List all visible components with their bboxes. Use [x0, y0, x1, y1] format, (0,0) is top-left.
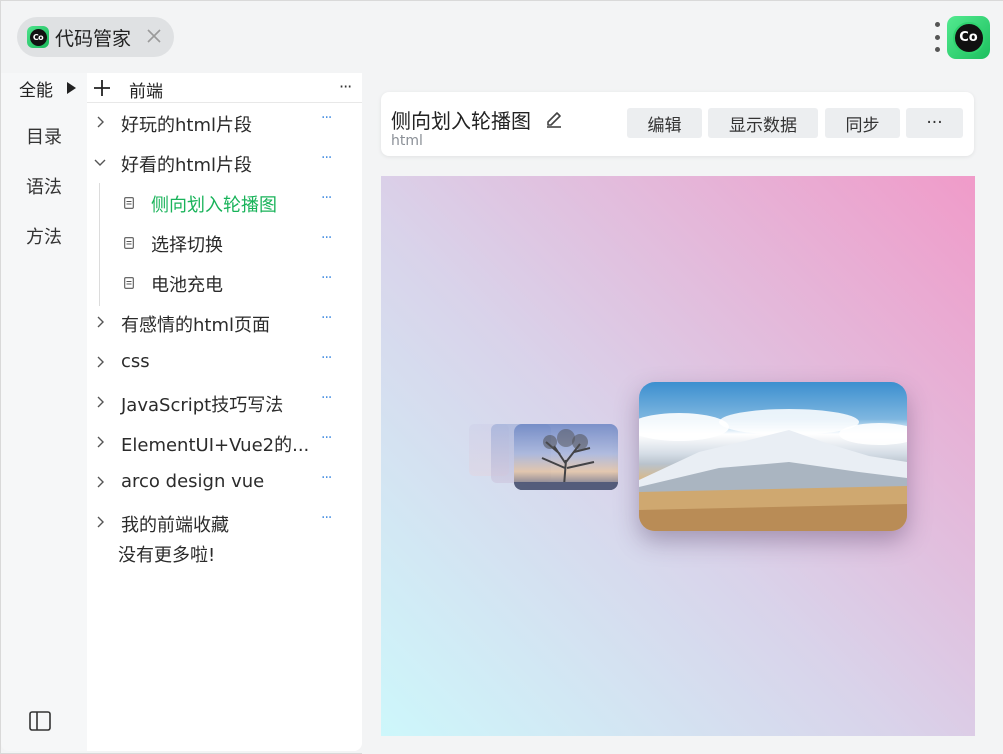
- tree-leaf-label: 电池充电: [151, 275, 223, 296]
- tree-node[interactable]: 好看的html片段 ···: [87, 143, 362, 183]
- rail-item-catalog[interactable]: 目录: [1, 123, 87, 149]
- app-tab[interactable]: Co 代码管家: [17, 17, 174, 57]
- node-more-icon[interactable]: ···: [321, 150, 332, 166]
- caret-right-icon: [67, 82, 76, 94]
- tree-node[interactable]: 有感情的html页面 ···: [87, 303, 362, 343]
- tree-leaf[interactable]: 侧向划入轮播图 ···: [87, 183, 362, 223]
- tree-node-label: ElementUI+Vue2的...: [121, 435, 310, 456]
- sidebar-toggle-icon[interactable]: [29, 711, 51, 731]
- edit-title-icon[interactable]: [544, 108, 564, 128]
- chevron-right-icon[interactable]: [94, 436, 106, 448]
- file-icon: [124, 197, 134, 209]
- chevron-right-icon[interactable]: [94, 356, 106, 368]
- snippet-title: 侧向划入轮播图: [391, 109, 531, 133]
- add-icon[interactable]: [93, 79, 111, 97]
- tree-node-label: css: [121, 351, 150, 372]
- node-more-icon[interactable]: ···: [321, 470, 332, 486]
- node-more-icon[interactable]: ···: [321, 270, 332, 286]
- app-logo-icon: Co: [27, 26, 49, 48]
- more-actions-button[interactable]: ···: [906, 108, 963, 138]
- chevron-down-icon[interactable]: [94, 156, 106, 168]
- tree-leaf[interactable]: 电池充电 ···: [87, 263, 362, 303]
- chevron-right-icon[interactable]: [94, 476, 106, 488]
- tree-node-label: arco design vue: [121, 471, 265, 492]
- chevron-right-icon[interactable]: [94, 396, 106, 408]
- chevron-right-icon[interactable]: [94, 516, 106, 528]
- carousel-preview: [381, 176, 975, 736]
- rail-item-syntax[interactable]: 语法: [1, 173, 87, 199]
- avatar[interactable]: Co: [947, 16, 990, 59]
- file-icon: [124, 237, 134, 249]
- tree-node-label: 我的前端收藏: [121, 515, 229, 536]
- tree-silhouette-icon: [514, 429, 618, 490]
- carousel-slide-tree-image[interactable]: [514, 424, 618, 490]
- chevron-right-icon[interactable]: [94, 316, 106, 328]
- tree-leaf[interactable]: 选择切换 ···: [87, 223, 362, 263]
- tree-title: 前端: [129, 82, 163, 102]
- tree-node[interactable]: 好玩的html片段 ···: [87, 103, 362, 143]
- node-more-icon[interactable]: ···: [321, 510, 332, 526]
- file-icon: [124, 277, 134, 289]
- tree-node-label: JavaScript技巧写法: [121, 395, 284, 416]
- node-more-icon[interactable]: ···: [321, 110, 332, 126]
- tree-node-label: 好玩的html片段: [121, 115, 253, 136]
- tree-node[interactable]: arco design vue ···: [87, 463, 362, 503]
- mountain-landscape-icon: [639, 409, 907, 531]
- kebab-menu-icon[interactable]: [932, 22, 942, 52]
- snippet-header-card: 侧向划入轮播图 html 编辑 显示数据 同步 ···: [381, 92, 974, 156]
- main-content: 侧向划入轮播图 html 编辑 显示数据 同步 ···: [362, 73, 1003, 754]
- close-icon[interactable]: [144, 26, 164, 46]
- tree-node-label: 好看的html片段: [121, 155, 253, 176]
- tree-node[interactable]: JavaScript技巧写法 ···: [87, 383, 362, 423]
- left-rail: 全能 目录 语法 方法: [1, 73, 87, 751]
- sync-button[interactable]: 同步: [825, 108, 900, 138]
- tree-header: 前端 ···: [87, 73, 362, 103]
- node-more-icon[interactable]: ···: [321, 350, 332, 366]
- tree-node-label: 有感情的html页面: [121, 315, 271, 336]
- carousel-slide-mountain-image[interactable]: [639, 382, 907, 531]
- show-data-button[interactable]: 显示数据: [708, 108, 818, 138]
- tree-node[interactable]: 我的前端收藏 ···: [87, 503, 362, 543]
- node-more-icon[interactable]: ···: [321, 390, 332, 406]
- app-tab-title: 代码管家: [55, 27, 132, 50]
- top-bar: Co 代码管家 Co: [1, 1, 1003, 73]
- node-more-icon[interactable]: ···: [321, 190, 332, 206]
- tree-leaf-label: 选择切换: [151, 235, 223, 256]
- rail-mode-selector[interactable]: 全能: [1, 73, 87, 103]
- node-more-icon[interactable]: ···: [321, 430, 332, 446]
- chevron-right-icon[interactable]: [94, 116, 106, 128]
- tree-more-button[interactable]: ···: [339, 77, 352, 96]
- node-more-icon[interactable]: ···: [321, 310, 332, 326]
- tree-panel: 前端 ··· 好玩的html片段 ··· 好看的html片段 ··· 侧向划入轮…: [87, 73, 362, 751]
- end-of-list-text: 没有更多啦!: [118, 545, 216, 566]
- node-more-icon[interactable]: ···: [321, 230, 332, 246]
- tree-node[interactable]: ElementUI+Vue2的... ···: [87, 423, 362, 463]
- tree-leaf-label: 侧向划入轮播图: [151, 195, 277, 216]
- tree-node[interactable]: css ···: [87, 343, 362, 383]
- edit-button[interactable]: 编辑: [627, 108, 702, 138]
- rail-item-methods[interactable]: 方法: [1, 223, 87, 249]
- snippet-language: html: [391, 133, 423, 149]
- rail-mode-label: 全能: [19, 80, 53, 101]
